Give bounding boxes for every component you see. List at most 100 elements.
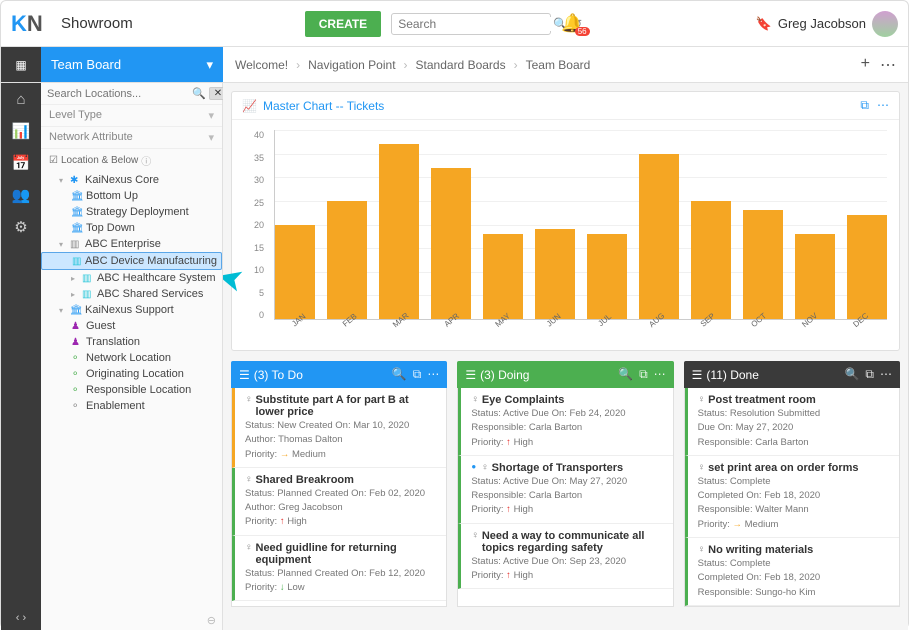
- topbar: KN Showroom CREATE 🔍 ↺ 🔔56 🔖 Greg Jacobs…: [1, 1, 908, 47]
- board-header[interactable]: ☰ (3) Doing 🔍 ⧉ ⋯: [457, 361, 673, 388]
- card[interactable]: ♀Post treatment roomStatus: Resolution S…: [685, 388, 899, 456]
- list-icon: ☰: [465, 368, 476, 382]
- logo: KN: [11, 11, 51, 37]
- nav-home-icon[interactable]: ⌂: [16, 91, 25, 108]
- location-search[interactable]: 🔍 ✕ ⌄: [41, 83, 222, 105]
- more-icon[interactable]: ⋯: [877, 98, 889, 113]
- global-search[interactable]: 🔍 ↺: [391, 13, 551, 35]
- crumb[interactable]: Navigation Point: [308, 58, 395, 72]
- sidebar-footer-icon[interactable]: ⊖: [41, 611, 222, 630]
- tree-item-selected[interactable]: ▥ABC Device Manufacturing: [41, 252, 222, 270]
- tree-item[interactable]: ▸▥ABC Shared Services: [41, 286, 222, 302]
- room-title: Showroom: [61, 15, 133, 32]
- tree-item[interactable]: 🏛Top Down: [41, 220, 222, 236]
- tree-item[interactable]: ⚬Responsible Location: [41, 382, 222, 398]
- chart-bar[interactable]: [327, 201, 367, 319]
- copy-icon[interactable]: ⧉: [860, 98, 869, 113]
- search-input[interactable]: [398, 17, 553, 31]
- card[interactable]: ●♀Shortage of TransportersStatus: Active…: [458, 456, 672, 524]
- tree-item[interactable]: ▾▥ABC Enterprise: [41, 236, 222, 252]
- chart-bar[interactable]: [847, 215, 887, 319]
- subheader: ▦ Team Board ▾ Welcome!› Navigation Poin…: [1, 47, 908, 83]
- search-icon[interactable]: 🔍: [192, 87, 206, 100]
- card[interactable]: ♀set print area on order formsStatus: Co…: [685, 456, 899, 538]
- search-icon[interactable]: 🔍: [618, 367, 633, 382]
- location-below-toggle[interactable]: ☑Location & Belowⓘ: [41, 149, 222, 172]
- tree-item[interactable]: 🏛Strategy Deployment: [41, 204, 222, 220]
- tree-item[interactable]: 🏛Bottom Up: [41, 188, 222, 204]
- add-icon[interactable]: +: [861, 55, 870, 75]
- chart-title: Master Chart -- Tickets: [263, 99, 384, 113]
- board-header[interactable]: ☰ (3) To Do 🔍 ⧉ ⋯: [231, 361, 447, 388]
- crumb[interactable]: Standard Boards: [416, 58, 506, 72]
- network-attr-filter[interactable]: Network Attribute▾: [41, 127, 222, 149]
- grid-icon[interactable]: ▦: [1, 47, 41, 82]
- copy-icon[interactable]: ⧉: [639, 367, 648, 382]
- card[interactable]: ♀Shared BreakroomStatus: Planned Created…: [232, 468, 446, 536]
- copy-icon[interactable]: ⧉: [865, 367, 874, 382]
- copy-icon[interactable]: ⧉: [413, 367, 422, 382]
- nav-calendar-icon[interactable]: 📅: [12, 154, 31, 172]
- crumb[interactable]: Team Board: [526, 58, 591, 72]
- avatar[interactable]: [872, 11, 898, 37]
- crumb[interactable]: Welcome!: [235, 58, 288, 72]
- board-title: (3) Doing: [480, 368, 529, 382]
- chart-xaxis: JANFEBMARAPRMAYJUNJULAUGSEPOCTNOVDEC: [274, 335, 887, 344]
- master-chart: 4035302520151050 JANFEBMARAPRMAYJUNJULAU…: [232, 120, 899, 350]
- card[interactable]: ♀Substitute part A for part B at lower p…: [232, 388, 446, 468]
- list-icon: ☰: [239, 368, 250, 382]
- breadcrumb: Welcome!› Navigation Point› Standard Boa…: [223, 47, 908, 82]
- notifications-button[interactable]: 🔔56: [561, 13, 583, 34]
- tree-item[interactable]: ▾🏛KaiNexus Support: [41, 302, 222, 318]
- bookmark-icon[interactable]: 🔖: [756, 16, 772, 32]
- kanban-boards: ☰ (3) To Do 🔍 ⧉ ⋯ ♀Substitute part A for p…: [231, 361, 900, 607]
- chart-bar[interactable]: [691, 201, 731, 319]
- location-sidebar: 🔍 ✕ ⌄ Level Type▾ Network Attribute▾ ☑Lo…: [41, 83, 223, 630]
- more-icon[interactable]: ⋯: [427, 367, 439, 382]
- nav-collapse-icon[interactable]: ‹ ›: [16, 612, 26, 624]
- tree-item[interactable]: ⚬Originating Location: [41, 366, 222, 382]
- tree-item[interactable]: ▾✱KaiNexus Core: [41, 172, 222, 188]
- user-name: Greg Jacobson: [778, 16, 866, 31]
- card[interactable]: ♀Need a way to communicate all topics re…: [458, 524, 672, 590]
- location-search-input[interactable]: [47, 88, 189, 100]
- location-tree: ▾✱KaiNexus Core 🏛Bottom Up 🏛Strategy Dep…: [41, 172, 222, 611]
- tree-item[interactable]: ♟Translation: [41, 334, 222, 350]
- create-button[interactable]: CREATE: [305, 11, 381, 37]
- board-selector-label: Team Board: [51, 57, 121, 72]
- tree-item[interactable]: ⚬Network Location: [41, 350, 222, 366]
- chart-icon: 📈: [242, 99, 257, 113]
- board-title: (11) Done: [706, 368, 758, 382]
- tree-item[interactable]: ▸▥ABC Healthcare System: [41, 270, 222, 286]
- search-icon[interactable]: 🔍: [844, 367, 859, 382]
- tree-item[interactable]: ⚬Enablement: [41, 398, 222, 414]
- card[interactable]: ♀Eye ComplaintsStatus: Active Due On: Fe…: [458, 388, 672, 456]
- level-type-filter[interactable]: Level Type▾: [41, 105, 222, 127]
- board-done: ☰ (11) Done 🔍⧉⋯ ♀Post treatment roomStat…: [684, 361, 900, 607]
- board-todo: ☰ (3) To Do 🔍 ⧉ ⋯ ♀Substitute part A for p…: [231, 361, 447, 607]
- nav-people-icon[interactable]: 👥: [12, 186, 31, 204]
- chart-yaxis: 4035302520151050: [240, 130, 264, 320]
- chart-bar[interactable]: [743, 210, 783, 319]
- tree-item[interactable]: ♟Guest: [41, 318, 222, 334]
- chart-bar[interactable]: [431, 168, 471, 319]
- notif-badge: 56: [575, 27, 590, 36]
- chart-bar[interactable]: [379, 144, 419, 319]
- board-title: (3) To Do: [254, 368, 303, 382]
- chart-panel: 📈 Master Chart -- Tickets ⧉ ⋯ 40353025201…: [231, 91, 900, 351]
- board-header[interactable]: ☰ (11) Done 🔍⧉⋯: [684, 361, 900, 388]
- user-menu[interactable]: 🔖 Greg Jacobson: [756, 11, 898, 37]
- more-icon[interactable]: ⋯: [880, 367, 892, 382]
- nav-gear-icon[interactable]: ⚙: [14, 218, 27, 236]
- search-icon[interactable]: 🔍: [392, 367, 407, 382]
- more-icon[interactable]: ⋯: [880, 55, 896, 75]
- more-icon[interactable]: ⋯: [654, 367, 666, 382]
- chart-bar[interactable]: [795, 234, 835, 319]
- board-doing: ☰ (3) Doing 🔍 ⧉ ⋯ ♀Eye ComplaintsStatus: A…: [457, 361, 673, 607]
- nav-chart-icon[interactable]: 📊: [12, 122, 31, 140]
- chart-bar[interactable]: [639, 154, 679, 319]
- card[interactable]: ♀No writing materialsStatus: CompleteCom…: [685, 538, 899, 606]
- board-selector[interactable]: Team Board ▾: [41, 47, 223, 82]
- chart-bars: [274, 130, 887, 320]
- card[interactable]: ♀Need guidline for returning equipmentSt…: [232, 536, 446, 602]
